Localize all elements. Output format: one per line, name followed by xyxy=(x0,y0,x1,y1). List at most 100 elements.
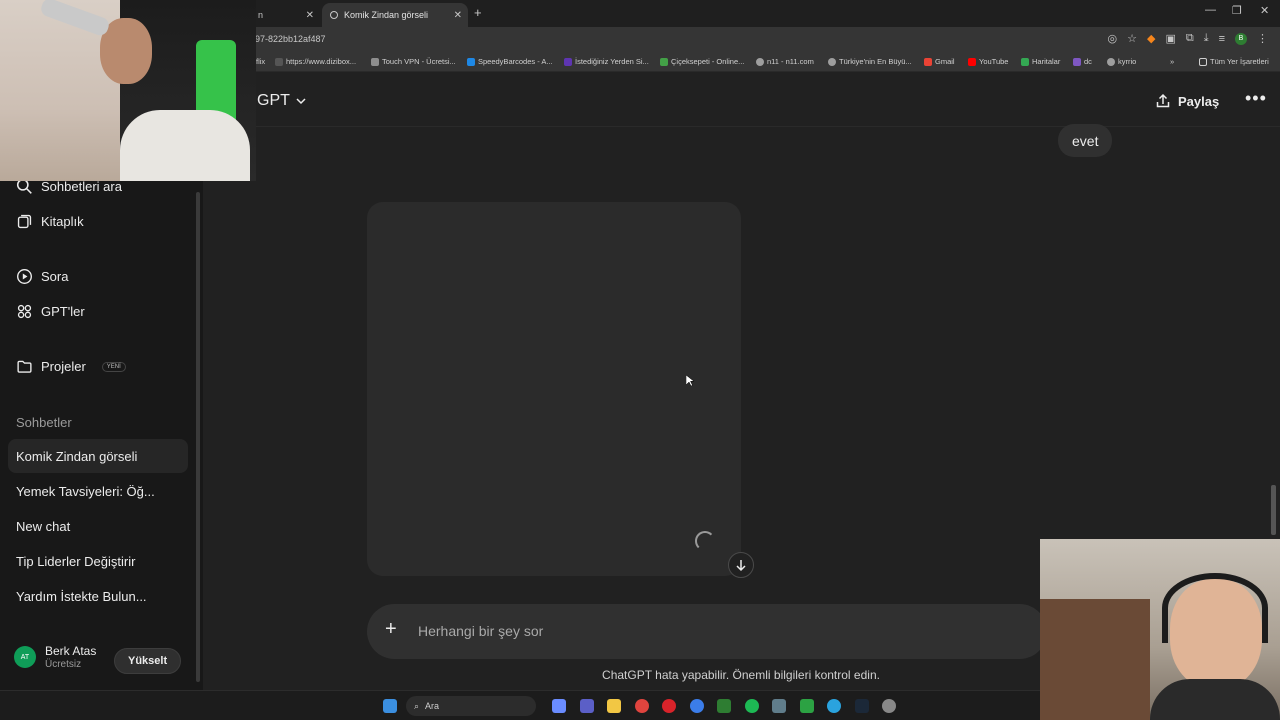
app-icon[interactable] xyxy=(772,699,786,713)
favicon-icon xyxy=(828,57,836,66)
chat-item[interactable]: Tip Liderler Değiştirir xyxy=(8,544,188,578)
media-icon[interactable]: ≡ xyxy=(1219,33,1225,45)
headphones xyxy=(1162,573,1268,643)
star-icon[interactable]: ☆ xyxy=(1127,32,1137,45)
url-field[interactable]: 97-822bb12af487 xyxy=(255,34,326,44)
all-bookmarks[interactable]: Tüm Yer İşaretleri xyxy=(1199,57,1269,66)
sidebar-item-library[interactable]: Kitaplık xyxy=(16,213,84,230)
webcam-overlay-streamer xyxy=(0,0,256,181)
telegram-icon[interactable] xyxy=(827,699,841,713)
firefox-icon[interactable] xyxy=(690,699,704,713)
bookmark-item[interactable]: n11 - n11.com xyxy=(756,57,814,66)
bookmark-item[interactable]: Türkiye'nin En Büyü... xyxy=(828,57,912,66)
chat-item[interactable]: New chat xyxy=(8,509,188,543)
new-badge: YENİ xyxy=(101,361,126,372)
close-tab-icon[interactable]: ✕ xyxy=(448,10,468,21)
bookmark-item[interactable]: Haritalar xyxy=(1021,57,1060,66)
teams-icon[interactable] xyxy=(580,699,594,713)
share-label: Paylaş xyxy=(1178,93,1220,109)
profile-icon[interactable]: B xyxy=(1235,32,1247,45)
grid-icon xyxy=(17,304,32,319)
new-tab-button[interactable]: + xyxy=(474,5,482,20)
settings-icon[interactable] xyxy=(882,699,896,713)
tab-label: n xyxy=(258,10,264,20)
browser-tab[interactable]: n ✕ xyxy=(256,3,320,27)
more-options-icon[interactable]: ••• xyxy=(1245,88,1267,109)
chat-item[interactable]: Yemek Tavsiyeleri: Öğ... xyxy=(8,474,188,508)
download-icon[interactable]: ⤓ xyxy=(1204,32,1209,45)
copilot-icon[interactable] xyxy=(552,699,566,713)
extension-icon[interactable]: ▣ xyxy=(1165,32,1175,45)
bookmark-item[interactable]: YouTube xyxy=(968,57,1008,66)
excel-icon[interactable] xyxy=(717,699,731,713)
bookmark-item[interactable]: Gmail xyxy=(924,57,955,66)
loading-spinner-icon xyxy=(695,531,715,551)
close-window-icon[interactable]: ✕ xyxy=(1260,4,1269,17)
user-name: Berk Atas xyxy=(45,644,97,658)
user-profile[interactable]: AT Berk Atas Ücretsiz Yükselt xyxy=(14,644,194,674)
chat-item[interactable]: Yardım İstekte Bulun... xyxy=(8,579,188,613)
folder-icon xyxy=(1199,57,1207,66)
windows-start-icon[interactable] xyxy=(383,699,397,713)
bookmark-item[interactable]: kyrrio xyxy=(1107,57,1136,66)
chat-item[interactable]: Komik Zindan görseli xyxy=(8,439,188,473)
steam-icon[interactable] xyxy=(855,699,869,713)
share-icon xyxy=(1156,93,1170,108)
share-button[interactable]: Paylaş xyxy=(1155,93,1219,109)
chats-section-title: Sohbetler xyxy=(16,415,72,430)
sidebar-item-gpts[interactable]: GPT'ler xyxy=(16,303,85,320)
sidebar-item-label: Sora xyxy=(41,269,69,284)
chrome-icon[interactable] xyxy=(635,699,649,713)
bookmark-item[interactable]: Touch VPN - Ücretsi... xyxy=(371,57,456,66)
bookmark-item[interactable]: SpeedyBarcodes - A... xyxy=(467,57,553,66)
more-bookmarks-icon[interactable]: » xyxy=(1170,57,1174,66)
bookmark-item[interactable]: flix xyxy=(256,57,265,66)
file-explorer-icon[interactable] xyxy=(607,699,621,713)
opera-icon[interactable] xyxy=(662,699,676,713)
avatar: AT xyxy=(14,646,36,668)
favicon-icon xyxy=(660,57,668,66)
webcam-overlay-reactor xyxy=(1040,539,1280,720)
bookmark-item[interactable]: dc xyxy=(1073,57,1092,66)
favicon-icon xyxy=(371,57,379,66)
bookmark-item[interactable]: İstediğiniz Yerden Si... xyxy=(564,57,649,66)
mouse-cursor-icon xyxy=(686,375,694,387)
bookmark-item[interactable]: https://www.dizibox... xyxy=(275,57,356,66)
sidebar-scrollbar[interactable] xyxy=(196,192,200,682)
composer[interactable]: + Herhangi bir şey sor xyxy=(367,604,1047,659)
maps-icon xyxy=(1021,57,1029,66)
sidebar-item-sora[interactable]: Sora xyxy=(16,268,68,285)
favicon-icon xyxy=(564,57,572,66)
sidebar-item-projects[interactable]: Projeler YENİ xyxy=(16,358,126,375)
image-generation-placeholder xyxy=(367,202,741,576)
main-scrollbar[interactable] xyxy=(1271,485,1276,535)
favicon-icon xyxy=(275,57,283,66)
model-selector[interactable]: GPT xyxy=(257,92,307,110)
tab-label: Komik Zindan görseli xyxy=(344,10,429,20)
minimize-icon[interactable]: — xyxy=(1205,4,1216,16)
add-attachment-icon[interactable]: + xyxy=(385,618,397,641)
bookmark-item[interactable]: Çiçeksepeti - Online... xyxy=(660,57,744,66)
favicon-icon xyxy=(1073,57,1081,66)
eye-slash-icon[interactable]: ◎ xyxy=(1107,32,1117,45)
favicon-icon xyxy=(756,57,764,66)
water-bottle xyxy=(39,0,111,38)
taskbar-search[interactable]: ⌕ Ara xyxy=(406,696,536,716)
favicon-icon xyxy=(467,57,475,66)
close-tab-icon[interactable]: ✕ xyxy=(300,10,320,21)
sidebar-item-label: GPT'ler xyxy=(41,304,85,319)
maximize-icon[interactable]: ❐ xyxy=(1232,4,1242,17)
metamask-icon[interactable]: ◆ xyxy=(1147,32,1155,45)
gmail-icon xyxy=(924,57,932,66)
library-icon xyxy=(17,214,32,229)
scroll-down-button[interactable] xyxy=(728,552,754,578)
composer-input[interactable]: Herhangi bir şey sor xyxy=(418,623,543,639)
sidebar-item-label: Sohbetleri ara xyxy=(41,179,122,194)
spotify-icon[interactable] xyxy=(745,699,759,713)
toolbar-icons: ◎ ☆ ◆ ▣ ⧉ ⤓ ≡ B ⋮ xyxy=(1107,32,1268,45)
xbox-icon[interactable] xyxy=(800,699,814,713)
browser-tab-active[interactable]: Komik Zindan görseli ✕ xyxy=(322,3,468,27)
user-message: evet xyxy=(1058,124,1113,157)
menu-icon[interactable]: ⋮ xyxy=(1257,32,1268,45)
puzzle-icon[interactable]: ⧉ xyxy=(1186,32,1194,45)
